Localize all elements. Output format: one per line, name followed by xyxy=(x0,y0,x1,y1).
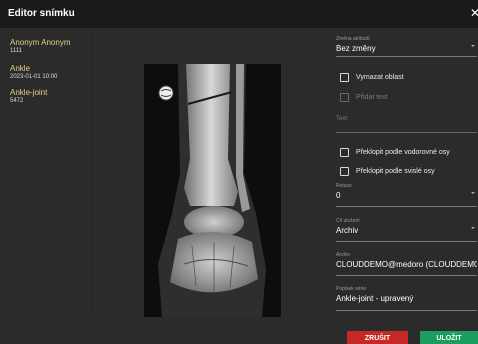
rotation-label: Rotace xyxy=(336,183,352,189)
chevron-down-icon xyxy=(471,192,475,194)
series-description: Ankle-joint xyxy=(10,88,48,97)
flip-horizontal-label: Překlopit podle vodorovné osy xyxy=(356,148,450,156)
attribute-change-label: Změna atributů xyxy=(336,36,370,42)
archive-label: Archiv xyxy=(336,252,350,258)
archive-select[interactable]: Archiv CLOUDDEMO@medoro (CLOUDDEMO@ xyxy=(336,252,477,276)
info-sidebar: Anonym Anonym 1111 Ankle 2023-01-01 10:0… xyxy=(0,28,92,316)
ankle-xray-graphic xyxy=(144,64,281,317)
checkbox-icon xyxy=(340,72,349,82)
flip-horizontal-checkbox[interactable]: Překlopit podle vodorovné osy xyxy=(340,146,450,158)
close-icon[interactable]: ✕ xyxy=(470,6,478,20)
save-button[interactable]: ULOŽIT xyxy=(420,331,478,344)
cancel-button[interactable]: ZRUŠIT xyxy=(347,331,408,344)
clear-area-checkbox[interactable]: Vymazat oblast xyxy=(340,71,404,83)
flip-vertical-checkbox[interactable]: Překlopit podle svislé osy xyxy=(340,165,435,177)
flip-vertical-label: Překlopit podle svislé osy xyxy=(356,167,435,175)
study-datetime: 2023-01-01 10:00 xyxy=(10,74,58,80)
series-description-label: Popisek série xyxy=(336,286,367,292)
archive-value: CLOUDDEMO@medoro (CLOUDDEMO@ xyxy=(336,260,477,269)
chevron-down-icon xyxy=(471,45,475,47)
study-description: Ankle xyxy=(10,64,31,73)
xray-image[interactable] xyxy=(144,64,281,317)
clear-area-label: Vymazat oblast xyxy=(356,73,404,81)
add-text-label: Přidat text xyxy=(356,93,388,101)
save-target-select[interactable]: Cíl uložení Archiv xyxy=(336,218,477,242)
save-target-value: Archiv xyxy=(336,226,359,235)
dialog-title: Editor snímku xyxy=(8,8,75,19)
chevron-down-icon xyxy=(471,261,475,263)
edit-panel: Změna atributů Bez změny Vymazat oblast … xyxy=(333,28,478,316)
rotation-select[interactable]: Rotace 0 xyxy=(336,183,477,207)
dialog-titlebar: Editor snímku ✕ xyxy=(0,0,478,28)
text-input-placeholder: Text xyxy=(336,116,348,122)
chevron-down-icon xyxy=(471,227,475,229)
checkbox-icon xyxy=(340,147,349,157)
series-description-input[interactable]: Popisek série Ankle-joint - upravený xyxy=(336,286,477,311)
image-viewer[interactable] xyxy=(92,28,332,317)
rotation-value: 0 xyxy=(336,191,341,200)
series-description-value: Ankle-joint - upravený xyxy=(336,294,414,303)
attribute-change-select[interactable]: Změna atributů Bez změny xyxy=(336,36,477,57)
checkbox-icon xyxy=(340,166,349,176)
attribute-change-value: Bez změny xyxy=(336,44,376,53)
checkbox-icon xyxy=(340,92,349,102)
text-input[interactable]: Text xyxy=(336,109,477,133)
series-number: 5472 xyxy=(10,98,24,104)
add-text-checkbox[interactable]: Přidat text xyxy=(340,91,388,103)
save-target-label: Cíl uložení xyxy=(336,218,360,224)
patient-name: Anonym Anonym xyxy=(10,38,71,47)
patient-id: 1111 xyxy=(10,48,23,54)
